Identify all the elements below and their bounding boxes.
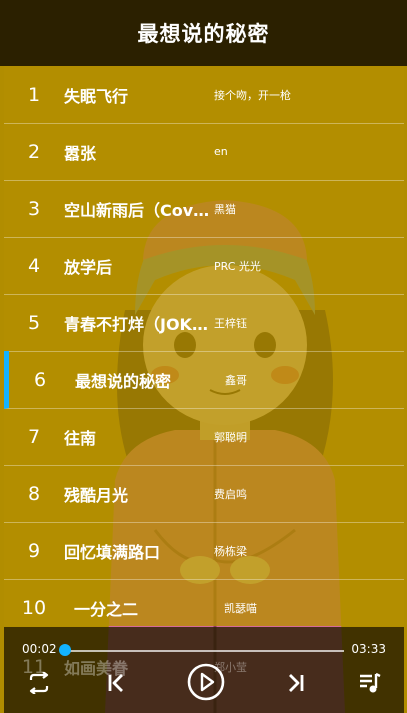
page-title: 最想说的秘密 (137, 22, 270, 46)
song-row[interactable]: 7 往南 郭聪明 (4, 408, 404, 466)
song-number: 9 (27, 539, 41, 562)
song-number: 7 (27, 425, 41, 448)
play-icon (187, 663, 225, 701)
song-title: 放学后 (64, 257, 113, 277)
song-artist: 王梓钰 (214, 316, 247, 330)
song-row[interactable]: 4 放学后 PRC 光光 (4, 237, 404, 295)
song-artist: 郭聪明 (214, 430, 247, 444)
total-time: 03:33 (351, 642, 386, 656)
song-list[interactable]: 1 失眠飞行 接个吻，开一枪 2 嚣张 en 3 空山新雨后（Cover：… 黑… (4, 66, 404, 626)
playlist-icon (360, 672, 381, 693)
progress-thumb[interactable] (59, 644, 71, 656)
song-row[interactable]: 9 回忆填满路口 杨栋梁 (4, 522, 404, 580)
song-number: 2 (27, 140, 41, 163)
song-title: 残酷月光 (64, 485, 129, 505)
song-number: 3 (27, 197, 41, 220)
playlist-button[interactable] (350, 665, 390, 701)
app-header: 最想说的秘密 (0, 0, 407, 66)
previous-icon (108, 674, 123, 692)
song-number: 10 (21, 596, 47, 619)
song-artist: 凯瑟喵 (224, 601, 257, 615)
song-row[interactable]: 2 嚣张 en (4, 123, 404, 181)
play-button[interactable] (184, 660, 228, 704)
song-number: 4 (27, 254, 41, 277)
song-row[interactable]: 8 残酷月光 费启鸣 (4, 465, 404, 523)
song-row[interactable]: 10 一分之二 凯瑟喵 (4, 579, 404, 626)
progress-track[interactable] (66, 650, 344, 652)
next-icon (289, 674, 304, 692)
repeat-icon (29, 672, 49, 694)
song-artist: 鑫哥 (225, 373, 247, 387)
song-artist: 接个吻，开一枪 (214, 88, 291, 102)
song-title: 空山新雨后（Cover：… (64, 200, 214, 220)
song-artist: 杨栋梁 (214, 544, 247, 558)
song-row[interactable]: 3 空山新雨后（Cover：… 黑猫 (4, 180, 404, 238)
previous-button[interactable] (96, 665, 136, 701)
song-row-active[interactable]: 6 最想说的秘密 鑫哥 (4, 351, 404, 409)
next-button[interactable] (276, 665, 316, 701)
song-artist: en (214, 145, 228, 158)
song-title: 青春不打烊（JOKER… (64, 314, 214, 334)
song-title: 嚣张 (64, 143, 97, 163)
song-artist: 费启鸣 (214, 487, 247, 501)
song-artist: 黑猫 (214, 202, 236, 216)
song-number: 6 (33, 368, 47, 391)
song-title: 往南 (64, 428, 97, 448)
repeat-button[interactable] (19, 665, 59, 701)
song-number: 8 (27, 482, 41, 505)
player-bar: 11 如画美眷 郑小莹 00:02 03:33 (4, 627, 404, 713)
song-title: 失眠飞行 (64, 86, 129, 106)
song-title: 回忆填满路口 (64, 542, 161, 562)
song-artist: PRC 光光 (214, 259, 261, 273)
song-title: 最想说的秘密 (75, 371, 172, 391)
song-number: 5 (27, 311, 41, 334)
song-title: 一分之二 (74, 599, 139, 619)
song-row[interactable]: 5 青春不打烊（JOKER… 王梓钰 (4, 294, 404, 352)
current-time: 00:02 (22, 642, 57, 656)
song-number: 1 (27, 83, 41, 106)
song-row[interactable]: 1 失眠飞行 接个吻，开一枪 (4, 66, 404, 124)
